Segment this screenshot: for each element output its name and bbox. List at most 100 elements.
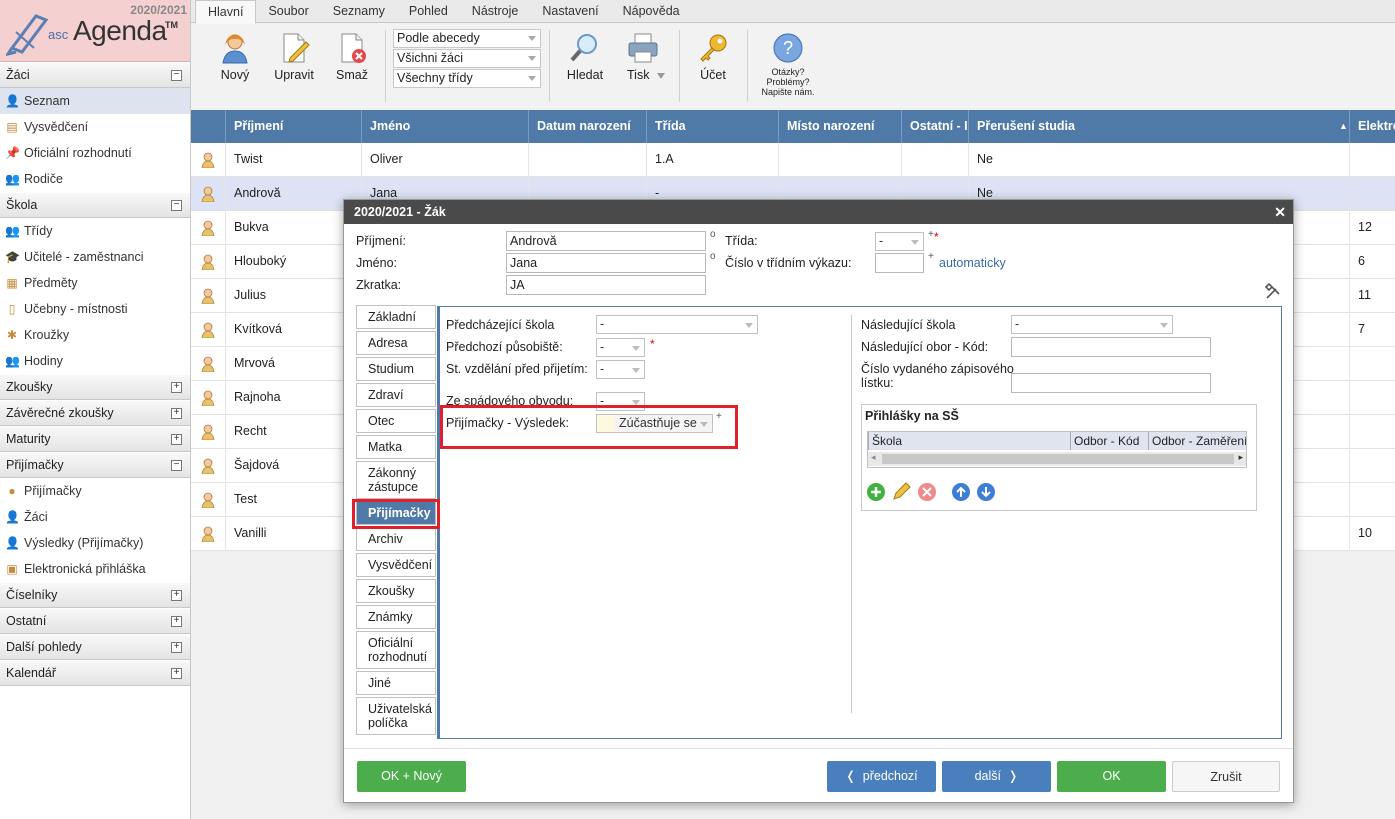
sidebar-item-0-2[interactable]: 📌 Oficiální rozhodnutí [0, 140, 190, 166]
surname-field[interactable]: Androvă [506, 231, 706, 251]
menu-tab-2[interactable]: Seznamy [321, 0, 397, 22]
sidebar-section-7[interactable]: Ostatní + [0, 608, 190, 634]
tools-icon[interactable] [1264, 283, 1282, 301]
sidebar-item-0-1[interactable]: ▤ Vysvědčení [0, 114, 190, 140]
dialog-tab-8[interactable]: Archiv [356, 527, 436, 551]
column-header-3[interactable]: Třída [646, 110, 778, 143]
menu-tab-0[interactable]: Hlavní [195, 0, 257, 24]
column-header-0[interactable]: Příjmení [225, 110, 361, 143]
expand-icon[interactable]: + [171, 590, 182, 601]
dialog-tab-11[interactable]: Známky [356, 605, 436, 629]
card-number-input[interactable] [1011, 373, 1211, 393]
sidebar-item-1-1[interactable]: 🎓 Učitelé - zaměstnanci [0, 244, 190, 270]
close-icon[interactable]: ✕ [1274, 200, 1286, 224]
sidebar-section-9[interactable]: Kalendář + [0, 660, 190, 686]
sidebar-item-1-4[interactable]: ✱ Kroužky [0, 322, 190, 348]
move-up-icon[interactable] [951, 482, 971, 502]
scroll-right-icon[interactable]: ▸ [1238, 452, 1243, 463]
account-button[interactable]: Účet [693, 24, 733, 82]
expand-icon[interactable]: + [171, 668, 182, 679]
sidebar-section-0[interactable]: Žáci − [0, 62, 190, 88]
expand-icon[interactable]: + [171, 434, 182, 445]
sidebar-item-0-3[interactable]: 👥 Rodiče [0, 166, 190, 192]
sidebar-item-5-3[interactable]: ▣ Elektronická přihláška [0, 556, 190, 582]
name-field[interactable]: Jana [506, 253, 706, 273]
collapse-icon[interactable]: − [171, 460, 182, 471]
dialog-tab-12[interactable]: Oficiální rozhodnutí [356, 631, 436, 669]
delete-button[interactable]: Smaž [333, 24, 371, 82]
dialog-tab-9[interactable]: Vysvědčení [356, 553, 436, 577]
sidebar-item-5-0[interactable]: ● Přijímačky [0, 478, 190, 504]
dialog-tab-14[interactable]: Uživatelská políčka [356, 697, 436, 735]
class-filter-select[interactable]: Všechny třídy [393, 69, 541, 88]
next-school-select[interactable]: - [1011, 315, 1173, 334]
collapse-icon[interactable]: − [171, 70, 182, 81]
sidebar-section-5[interactable]: Přijímačky − [0, 452, 190, 478]
dialog-tab-0[interactable]: Základní [356, 305, 436, 329]
column-header-5[interactable]: Ostatní - II [901, 110, 968, 143]
table-row[interactable]: Twist Oliver 1.A Ne [191, 143, 1395, 177]
dialog-tab-2[interactable]: Studium [356, 357, 436, 381]
class-select[interactable]: - [875, 232, 924, 251]
column-header-6[interactable]: Přerušení studia [968, 110, 1349, 143]
student-filter-select[interactable]: Všichni žáci [393, 49, 541, 68]
sidebar-section-2[interactable]: Zkoušky + [0, 374, 190, 400]
search-button[interactable]: Hledat [563, 24, 607, 82]
menu-tab-6[interactable]: Nápověda [611, 0, 692, 22]
sidebar-section-6[interactable]: Číselníky + [0, 582, 190, 608]
dialog-tab-1[interactable]: Adresa [356, 331, 436, 355]
edit-button[interactable]: Upravit [273, 24, 315, 82]
print-button[interactable]: Tisk [621, 24, 673, 82]
menu-tab-3[interactable]: Pohled [397, 0, 460, 22]
applications-column-2[interactable]: Odbor - Zaměření [1148, 432, 1246, 450]
previous-button[interactable]: ❬ předchozí [827, 761, 936, 792]
scroll-left-icon[interactable]: ◂ [871, 452, 876, 463]
dialog-tab-6[interactable]: Zákonný zástupce [356, 461, 436, 499]
applications-column-1[interactable]: Odbor - Kód [1070, 432, 1148, 450]
menu-tab-1[interactable]: Soubor [256, 0, 320, 22]
dialog-tab-10[interactable]: Zkoušky [356, 579, 436, 603]
sort-asc-icon[interactable]: ▲ [1339, 110, 1348, 143]
sidebar-section-1[interactable]: Škola − [0, 192, 190, 218]
expand-icon[interactable]: + [171, 408, 182, 419]
column-header-2[interactable]: Datum narození [528, 110, 646, 143]
new-button[interactable]: Nový [215, 24, 255, 82]
abbr-field[interactable]: JA [506, 275, 706, 295]
prev-work-select[interactable]: - [596, 338, 645, 357]
dialog-tab-13[interactable]: Jiné [356, 671, 436, 695]
column-header-1[interactable]: Jméno [361, 110, 528, 143]
ok-button[interactable]: OK [1057, 761, 1166, 792]
sidebar-item-1-5[interactable]: 👥 Hodiny [0, 348, 190, 374]
dialog-tab-5[interactable]: Matka [356, 435, 436, 459]
edit-pencil-icon[interactable] [891, 482, 911, 502]
sidebar-item-0-0[interactable]: 👤 Seznam [0, 88, 190, 114]
sidebar-item-5-1[interactable]: 👤 Žáci [0, 504, 190, 530]
class-number-field[interactable] [875, 253, 924, 273]
collapse-icon[interactable]: − [171, 200, 182, 211]
prev-school-select[interactable]: - [596, 315, 758, 334]
expand-icon[interactable]: + [171, 642, 182, 653]
ok-new-button[interactable]: OK + Nový [357, 761, 466, 792]
menu-tab-5[interactable]: Nastavení [530, 0, 610, 22]
next-button[interactable]: další ❭ [942, 761, 1051, 792]
sidebar-section-8[interactable]: Další pohledy + [0, 634, 190, 660]
cancel-button[interactable]: Zrušit [1172, 761, 1280, 792]
sidebar-section-3[interactable]: Závěrečné zkoušky + [0, 400, 190, 426]
expand-icon[interactable]: + [171, 616, 182, 627]
sort-select[interactable]: Podle abecedy [393, 29, 541, 48]
dialog-tab-4[interactable]: Otec [356, 409, 436, 433]
sidebar-section-4[interactable]: Maturity + [0, 426, 190, 452]
sidebar-item-5-2[interactable]: 👤 Výsledky (Přijímačky) [0, 530, 190, 556]
delete-icon[interactable] [917, 482, 937, 502]
move-down-icon[interactable] [976, 482, 996, 502]
applications-scrollbar[interactable]: ◂ ▸ [868, 452, 1246, 466]
automatic-link[interactable]: automaticky [939, 256, 1006, 270]
expand-icon[interactable]: + [171, 382, 182, 393]
scrollbar-thumb[interactable] [882, 454, 1234, 464]
help-button[interactable]: ? Otázky? Problémy? Napište nám. [757, 24, 819, 97]
add-icon[interactable] [866, 482, 886, 502]
sidebar-item-1-3[interactable]: ▯ Učebny - místnosti [0, 296, 190, 322]
education-select[interactable]: - [596, 360, 645, 379]
column-header-4[interactable]: Místo narození [778, 110, 901, 143]
column-header-7[interactable]: Elektro [1349, 110, 1395, 143]
